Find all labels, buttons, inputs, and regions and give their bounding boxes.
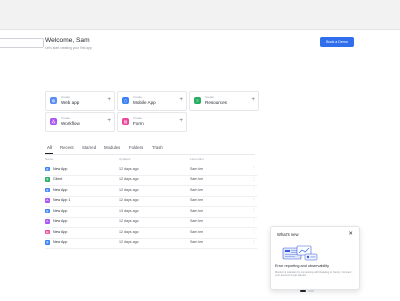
row-editor: Sam lee (190, 208, 204, 213)
row-updated: 12 days ago (119, 229, 139, 234)
pagination-dot[interactable] (308, 290, 314, 292)
more-options-icon[interactable]: ⋮ (252, 165, 256, 170)
row-name: New App 1 (53, 198, 71, 202)
more-options-icon[interactable]: ⋮ (252, 197, 256, 202)
row-updated: 12 days ago (119, 166, 139, 171)
plus-icon[interactable]: + (251, 96, 255, 104)
panel-description: Monitor & maintain by connecting with Da… (275, 271, 352, 278)
row-name: New App (53, 187, 68, 192)
card-caption: Create (133, 95, 143, 99)
row-updated: 12 days ago (119, 187, 139, 192)
app-icon: ⁂ (45, 198, 50, 203)
app-icon: ◍ (45, 208, 50, 214)
column-header-editor[interactable]: Last editor (190, 157, 204, 161)
row-editor: Sam lee (190, 166, 204, 171)
more-options-icon[interactable]: ⋮ (252, 207, 256, 212)
create-workflow-card[interactable]: ⁂ Create Workflow + (45, 112, 115, 132)
row-editor: Sam lee (190, 219, 204, 223)
phone-icon: ▯ (122, 97, 129, 104)
card-caption: Create (205, 95, 215, 99)
book-demo-button[interactable]: Book a Demo (320, 37, 354, 47)
card-caption: Create (61, 116, 71, 120)
pagination-dot-active[interactable] (300, 290, 306, 292)
row-name: New App (53, 240, 68, 244)
row-updated: 12 days ago (119, 219, 139, 223)
card-label: Resources (205, 100, 227, 105)
app-icon: ▤ (45, 229, 50, 235)
panel-heading: Error reporting and observability (275, 264, 330, 268)
close-icon[interactable]: ✕ (348, 230, 353, 238)
whats-new-panel: What's new ✕ Error reporting and observa… (270, 226, 360, 290)
create-mobile-app-card[interactable]: ▯ Create Mobile App + (117, 91, 187, 111)
create-form-card[interactable]: ▤ Create Form + (117, 112, 187, 132)
tab-recent[interactable]: Recent (60, 145, 74, 150)
tab-modules[interactable]: Modules (104, 145, 120, 150)
tabs-divider (45, 153, 255, 155)
column-header-updated[interactable]: Updated (119, 157, 130, 161)
plus-icon[interactable]: + (107, 96, 111, 104)
row-updated: 12 days ago (119, 240, 139, 244)
card-label: Web app (61, 100, 80, 105)
card-label: Form (133, 121, 144, 126)
workflow-icon: ⁂ (50, 118, 57, 125)
monitoring-illustration-icon (282, 245, 318, 261)
page-subtitle: Let's start creating your first app (45, 46, 92, 50)
form-icon: ▤ (122, 118, 129, 125)
card-caption: Create (133, 116, 143, 120)
create-web-app-card[interactable]: ◍ Create Web app + (45, 91, 115, 111)
row-updated: 12 days ago (119, 198, 139, 202)
row-name: New App (53, 229, 68, 234)
row-updated: 12 days ago (119, 177, 139, 181)
card-label: Workflow (61, 121, 80, 126)
more-options-icon[interactable]: ⋮ (252, 218, 256, 223)
tab-folders[interactable]: Folders (129, 145, 143, 150)
row-name: New App (53, 208, 68, 213)
more-options-icon[interactable]: ⋮ (252, 239, 256, 244)
row-editor: Sam lee (190, 229, 204, 234)
globe-icon: ◍ (50, 97, 57, 104)
more-options-icon[interactable]: ⋮ (252, 176, 256, 181)
row-name: Client (53, 177, 63, 181)
more-options-icon[interactable]: ⋮ (252, 186, 256, 191)
row-name: New App (53, 219, 68, 223)
row-updated: 13 days ago (119, 208, 139, 213)
tab-starred[interactable]: Starred (82, 145, 96, 150)
card-label: Mobile App (133, 100, 156, 105)
search-input[interactable] (0, 38, 44, 48)
app-icon: ⁂ (45, 219, 50, 224)
page-title: Welcome, Sam (45, 37, 90, 44)
app-icon: ◍ (45, 240, 50, 245)
row-editor: Sam lee (190, 240, 204, 244)
app-icon: ◍ (45, 166, 50, 172)
panel-title: What's new (277, 232, 299, 237)
row-editor: Sam lee (190, 177, 204, 181)
app-icon: ◍ (45, 187, 50, 193)
tab-trash[interactable]: Trash (152, 145, 163, 150)
row-editor: Sam lee (190, 198, 204, 202)
plus-icon[interactable]: + (107, 117, 111, 125)
table-row[interactable]: ◍ New App 12 days ago Sam lee ⋮ (45, 238, 257, 249)
database-icon: ≡ (194, 97, 201, 104)
plus-icon[interactable]: + (179, 117, 183, 125)
plus-icon[interactable]: + (179, 96, 183, 104)
tab-all[interactable]: All (47, 145, 52, 150)
create-resources-card[interactable]: ≡ Create Resources + (189, 91, 259, 111)
row-editor: Sam lee (190, 187, 204, 192)
card-caption: Create (61, 95, 71, 99)
app-icon: ◍ (45, 177, 50, 182)
column-header-name[interactable]: Name (45, 157, 53, 161)
more-options-icon[interactable]: ⋮ (252, 228, 256, 233)
row-name: New App (53, 166, 68, 171)
